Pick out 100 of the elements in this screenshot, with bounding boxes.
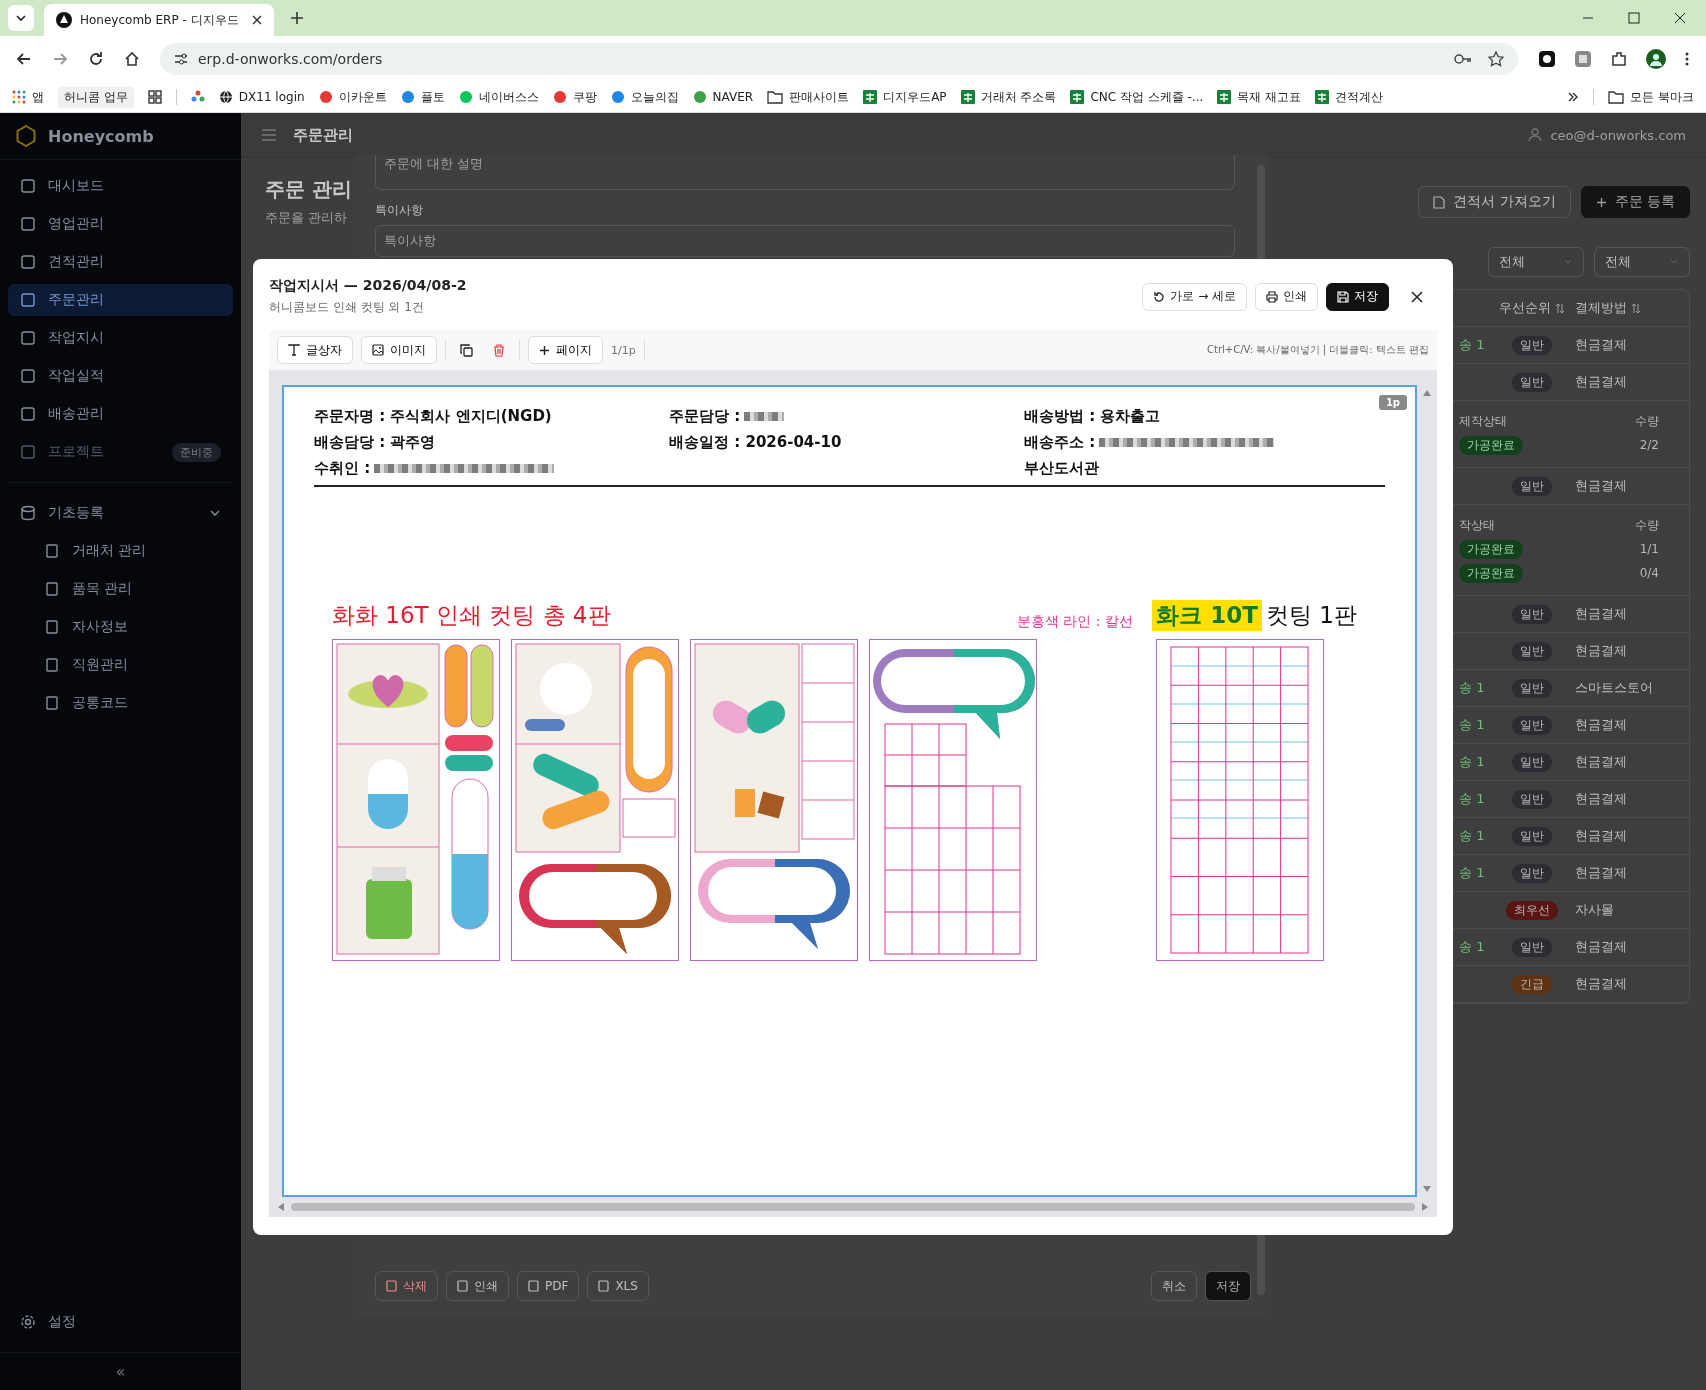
forward-icon[interactable] [52,51,68,67]
scroll-right-icon[interactable] [1421,1202,1429,1212]
nav-item[interactable]: 배송관리 [8,398,233,430]
bookmark[interactable]: 앱 [12,88,44,106]
footer-button[interactable]: XLS [587,1271,649,1301]
detail-header: 수량 [1635,516,1659,534]
nav-item[interactable]: 영업관리 [8,208,233,240]
nav-item[interactable]: 품목 관리 [8,573,233,605]
footer-button[interactable]: 저장 [1205,1271,1251,1301]
nav-item[interactable]: 작업실적 [8,360,233,392]
star-icon[interactable] [1488,51,1504,67]
button-icon [386,1280,397,1292]
dialog-action-button[interactable]: 인쇄 [1255,282,1318,311]
bookmark[interactable]: DX11 login [218,90,305,104]
field-label: 특이사항 [375,202,424,219]
apps-grid-icon [12,90,26,104]
nav-item[interactable]: 대시보드 [8,170,233,202]
table-cell-text: 송 1 [1458,716,1486,734]
column-header[interactable]: 우선순위 [1489,299,1575,317]
priority-badge: 일반 [1512,678,1552,698]
table-cell-text: 현금결제 [1575,827,1628,845]
column-header[interactable]: 결제방법 [1575,299,1689,317]
priority-badge: 일반 [1512,476,1552,496]
new-tab-icon[interactable] [290,11,304,25]
scroll-left-icon[interactable] [277,1202,285,1212]
bookmark[interactable]: CNC 작업 스케쥴 -... [1070,88,1204,106]
home-icon[interactable] [124,51,140,67]
bookmark[interactable]: 쿠팡 [552,88,597,106]
notes-field[interactable]: 특이사항 [375,225,1235,257]
browser-tab[interactable]: Honeycomb ERP - 디지우드 [44,4,274,36]
footer-button[interactable]: 취소 [1151,1271,1197,1301]
image-button[interactable]: 이미지 [361,336,437,364]
close-icon[interactable] [252,15,262,25]
footer-button[interactable]: PDF [517,1271,580,1301]
key-icon[interactable] [1454,53,1472,65]
tab-menu-icon[interactable] [8,5,34,31]
bookmark[interactable]: 네이버스스 [458,88,539,106]
add-page-button[interactable]: 페이지 [528,336,603,364]
dialog-action-button[interactable]: 저장 [1326,282,1389,311]
bookmark[interactable]: NAVER [692,90,754,104]
import-button[interactable]: 견적서 가져오기 [1418,186,1571,218]
shortcut-hint: Ctrl+C/V: 복사/붙여넣기 | 더블클릭: 텍스트 편집 [1207,343,1429,357]
status-badge: 준비중 [172,442,221,462]
nav-item[interactable]: 견적관리 [8,246,233,278]
dialog-action-button[interactable]: 가로 → 세로 [1142,282,1247,311]
nav-group[interactable]: 기초등록 [8,497,233,529]
avatar-icon[interactable] [1646,49,1666,69]
close-icon[interactable] [1411,290,1423,303]
bookmark[interactable]: 거래처 주소록 [960,88,1057,106]
table-cell-text: 송 1 [1458,790,1486,808]
maximize-icon[interactable] [1628,12,1640,24]
scroll-down-icon[interactable] [1422,1185,1432,1193]
bookmark[interactable]: 오늘의집 [610,88,679,106]
grid-icon[interactable] [147,90,162,104]
priority-badge: 일반 [1512,826,1552,846]
flower-icon[interactable] [190,90,205,104]
add-order-button[interactable]: 주문 등록 [1580,186,1690,218]
menu-item-icon [44,695,60,711]
filter-dropdown[interactable]: 전체 [1488,247,1584,277]
database-icon [20,505,36,521]
extension-icon[interactable] [1538,50,1556,68]
bookmark[interactable]: 이카운트 [318,88,387,106]
bookmark[interactable]: 목재 재고표 [1217,88,1302,106]
site-settings-icon[interactable] [174,52,188,66]
page-badge: 1p [1378,395,1407,410]
table-cell-text: 현금결제 [1575,938,1628,956]
menu-item-icon [44,543,60,559]
filter-dropdown[interactable]: 전체 [1594,247,1690,277]
more-icon[interactable] [1684,51,1690,67]
nav-item[interactable]: 주문관리 [8,284,233,316]
table-cell-text: 현금결제 [1575,716,1628,734]
copy-icon[interactable] [460,343,473,357]
bookmark[interactable]: 허니콤 업무 [58,86,134,108]
menu-item-icon [20,330,36,346]
bookmark[interactable]: 판매사이트 [767,88,850,106]
close-icon[interactable] [1674,12,1686,24]
nav-item[interactable]: 직원관리 [8,649,233,681]
puzzle-icon[interactable] [1610,50,1628,68]
bookmark[interactable]: 모든 북마크 [1608,88,1694,106]
globe-icon [218,90,233,104]
text-box-button[interactable]: 글상자 [277,336,353,364]
nav-item[interactable]: 공통코드 [8,687,233,719]
back-icon[interactable] [16,51,32,67]
footer-button[interactable]: 삭제 [375,1271,438,1301]
nav-item[interactable]: 작업지시 [8,322,233,354]
save-icon [1337,290,1349,303]
address-field[interactable]: erp.d-onworks.com/orders [160,43,1518,75]
bookmark[interactable]: 디지우드AP [863,88,947,106]
trash-icon[interactable] [493,343,505,357]
reload-icon[interactable] [88,51,104,67]
nav-item[interactable]: 거래처 관리 [8,535,233,567]
nav-item[interactable]: 자사정보 [8,611,233,643]
footer-button[interactable]: 인쇄 [446,1271,509,1301]
bookmark[interactable]: 플토 [400,88,445,106]
bookmark[interactable]: 견적계산 [1315,88,1384,106]
chevrons-icon[interactable] [1567,91,1580,103]
table-cell-text: 현금결제 [1575,753,1628,771]
settings-item[interactable]: 설정 [8,1306,233,1338]
scroll-up-icon[interactable] [1422,389,1432,397]
description-field[interactable]: 주문에 대한 설명 [375,155,1235,190]
